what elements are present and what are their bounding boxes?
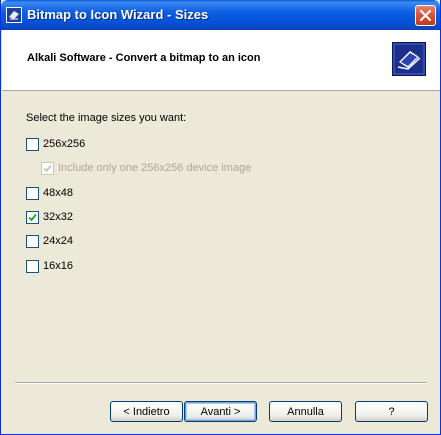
next-button[interactable]: Avanti > xyxy=(184,401,257,422)
help-button[interactable]: ? xyxy=(355,401,428,422)
header-title: Alkali Software - Convert a bitmap to an… xyxy=(27,52,261,64)
close-icon xyxy=(419,9,432,22)
option-single-256: Include only one 256x256 device image xyxy=(41,161,251,175)
option-single-256-label: Include only one 256x256 device image xyxy=(58,162,252,174)
option-16[interactable]: 16x16 xyxy=(26,259,73,273)
wizard-window: Bitmap to Icon Wizard - Sizes Alkali Sof… xyxy=(0,0,441,435)
wizard-app-icon xyxy=(6,7,22,23)
title-bar[interactable]: Bitmap to Icon Wizard - Sizes xyxy=(1,0,440,30)
wizard-header: Alkali Software - Convert a bitmap to an… xyxy=(2,30,440,91)
button-separator xyxy=(15,382,427,384)
cancel-button[interactable]: Annulla xyxy=(269,401,342,422)
option-16-label: 16x16 xyxy=(43,260,73,272)
close-button[interactable] xyxy=(415,5,436,26)
back-button[interactable]: < Indietro xyxy=(110,401,183,422)
option-24-label: 24x24 xyxy=(43,235,73,247)
check-icon xyxy=(28,213,37,221)
checkbox-single-256 xyxy=(41,161,54,175)
window-title: Bitmap to Icon Wizard - Sizes xyxy=(27,7,209,22)
option-256-label: 256x256 xyxy=(43,138,86,150)
checkbox-32[interactable] xyxy=(26,210,39,224)
option-32-label: 32x32 xyxy=(43,211,73,223)
option-48-label: 48x48 xyxy=(43,187,73,199)
checkbox-16[interactable] xyxy=(26,259,39,273)
option-256[interactable]: 256x256 xyxy=(26,137,85,151)
checkbox-24[interactable] xyxy=(26,234,39,248)
size-prompt: Select the image sizes you want: xyxy=(26,112,187,124)
option-24[interactable]: 24x24 xyxy=(26,234,73,248)
option-32[interactable]: 32x32 xyxy=(26,210,73,224)
checkbox-48[interactable] xyxy=(26,186,39,200)
checkbox-256[interactable] xyxy=(26,137,39,151)
option-48[interactable]: 48x48 xyxy=(26,186,73,200)
wizard-logo-icon xyxy=(392,42,426,76)
check-icon xyxy=(43,164,52,172)
